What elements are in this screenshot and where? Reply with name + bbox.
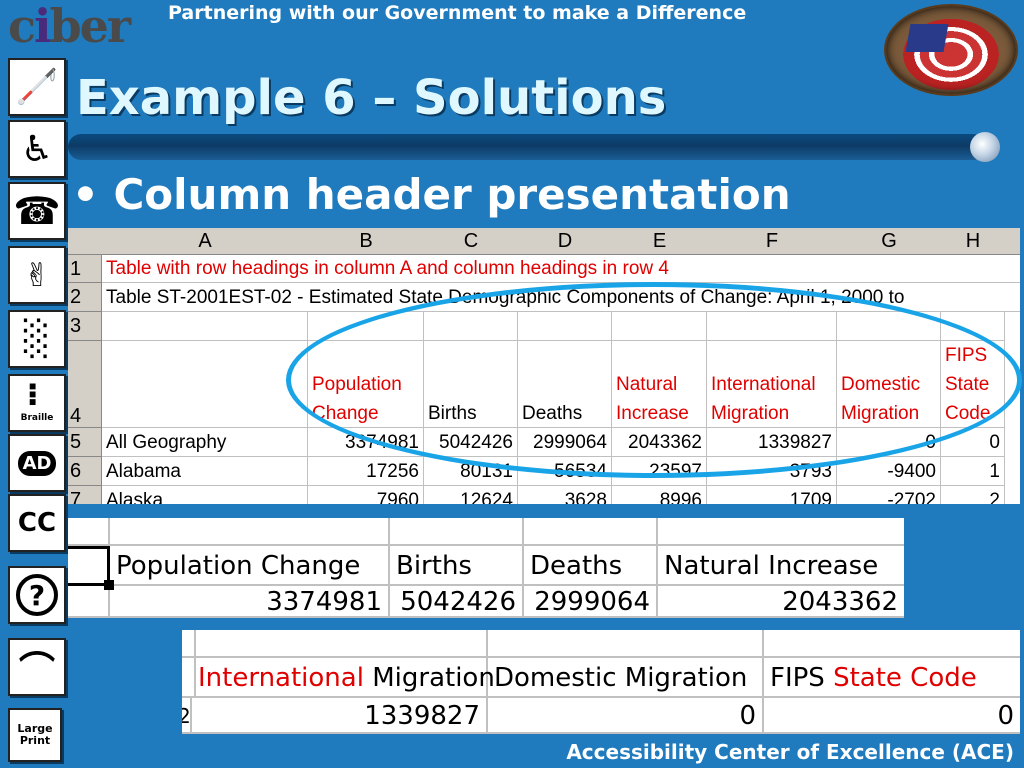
- zoom2-edge-digit: 2: [182, 698, 192, 734]
- cell-c7[interactable]: 12624: [424, 486, 518, 504]
- zoom2-value-domestic-migration[interactable]: 0: [488, 698, 764, 734]
- cell-a6[interactable]: Alabama: [102, 457, 308, 486]
- zoomed-grid-headers-1: Population Change Births Deaths Natural …: [68, 518, 904, 618]
- cell-h7[interactable]: 2: [941, 486, 1005, 504]
- cell-b6[interactable]: 17256: [308, 457, 424, 486]
- closed-caption-icon[interactable]: CC: [8, 494, 66, 552]
- cell-b7[interactable]: 7960: [308, 486, 424, 504]
- select-all-corner[interactable]: [68, 228, 103, 255]
- column-header-e[interactable]: E: [612, 228, 708, 255]
- row-header-6[interactable]: 6: [68, 457, 102, 486]
- cell-g7[interactable]: -2702: [837, 486, 941, 504]
- row-header-4[interactable]: 4: [68, 341, 102, 428]
- column-header-a[interactable]: A: [102, 228, 309, 255]
- audio-description-icon[interactable]: AD: [8, 434, 66, 492]
- blind-person-icon[interactable]: 🦯: [8, 58, 66, 116]
- zoom1-value-natural-increase[interactable]: 2043362: [658, 586, 904, 618]
- cell-e7[interactable]: 8996: [612, 486, 707, 504]
- zoom2-header-international-migration[interactable]: International Migration: [192, 658, 495, 698]
- cell-a7[interactable]: Alaska: [102, 486, 308, 504]
- highlight-oval: [286, 282, 1022, 478]
- column-header-f[interactable]: F: [707, 228, 838, 255]
- row-header-1[interactable]: 1: [68, 255, 102, 283]
- column-header-g[interactable]: G: [837, 228, 942, 255]
- row-header-3[interactable]: 3: [68, 312, 102, 341]
- zoom1-header-deaths[interactable]: Deaths: [524, 546, 658, 586]
- footer-text: Accessibility Center of Excellence (ACE): [566, 740, 1014, 764]
- row-header-2[interactable]: 2: [68, 283, 102, 312]
- wheelchair-icon[interactable]: ♿: [8, 120, 66, 178]
- title-divider-bar: [68, 132, 1000, 162]
- sign-language-icon[interactable]: ✌: [8, 246, 66, 304]
- braille-keyboard-icon[interactable]: ░: [8, 310, 66, 368]
- zoom2-header-domestic-migration[interactable]: Domestic Migration: [488, 658, 764, 698]
- tagline: Partnering with our Government to make a…: [168, 2, 747, 24]
- flag-emblem-icon: [884, 4, 1018, 96]
- bullet-text: Column header presentation: [113, 170, 791, 219]
- cell-f7[interactable]: 1709: [707, 486, 837, 504]
- zoom2-value-fips-state-code[interactable]: 0: [764, 698, 1020, 734]
- hearing-assistance-icon[interactable]: ⌒: [8, 638, 66, 696]
- zoom1-header-natural-increase[interactable]: Natural Increase: [658, 546, 904, 586]
- bullet-mark: •: [72, 170, 99, 219]
- column-header-h[interactable]: H: [941, 228, 1006, 255]
- row-header-7[interactable]: 7: [68, 486, 102, 504]
- cell-h6[interactable]: 1: [941, 457, 1005, 486]
- column-header-d[interactable]: D: [518, 228, 613, 255]
- zoom1-value-population-change[interactable]: 3374981: [110, 586, 390, 618]
- bullet-point: • Column header presentation: [72, 170, 791, 219]
- zoomed-grid-headers-2: International Migration Domestic Migrati…: [182, 630, 1020, 734]
- zoom2-value-international-migration[interactable]: 1339827: [192, 698, 488, 734]
- zoom1-value-deaths[interactable]: 2999064: [524, 586, 658, 618]
- cell-a5[interactable]: All Geography: [102, 428, 308, 457]
- zoom1-value-births[interactable]: 5042426: [390, 586, 524, 618]
- cell-d7[interactable]: 3628: [518, 486, 612, 504]
- help-icon[interactable]: ?: [8, 566, 66, 624]
- column-header-b[interactable]: B: [308, 228, 425, 255]
- cell-a4[interactable]: [102, 341, 308, 428]
- column-header-c[interactable]: C: [424, 228, 519, 255]
- slide-title: Example 6 – Solutions: [76, 70, 667, 126]
- zoom2-header-fips-state-code[interactable]: FIPS State Code: [764, 658, 1020, 698]
- ciber-logo: ciber: [8, 0, 131, 53]
- zoom1-header-births[interactable]: Births: [390, 546, 524, 586]
- tty-phone-icon[interactable]: ☎: [8, 182, 66, 240]
- cell-a3[interactable]: [102, 312, 308, 341]
- row-header-5[interactable]: 5: [68, 428, 102, 457]
- zoom1-header-population-change[interactable]: Population Change: [110, 546, 390, 586]
- cell-a1[interactable]: Table with row headings in column A and …: [102, 255, 1020, 283]
- fill-handle[interactable]: [104, 580, 114, 590]
- large-print-icon[interactable]: Large Print: [8, 708, 62, 762]
- braille-icon[interactable]: ⠇ Braille: [8, 374, 66, 432]
